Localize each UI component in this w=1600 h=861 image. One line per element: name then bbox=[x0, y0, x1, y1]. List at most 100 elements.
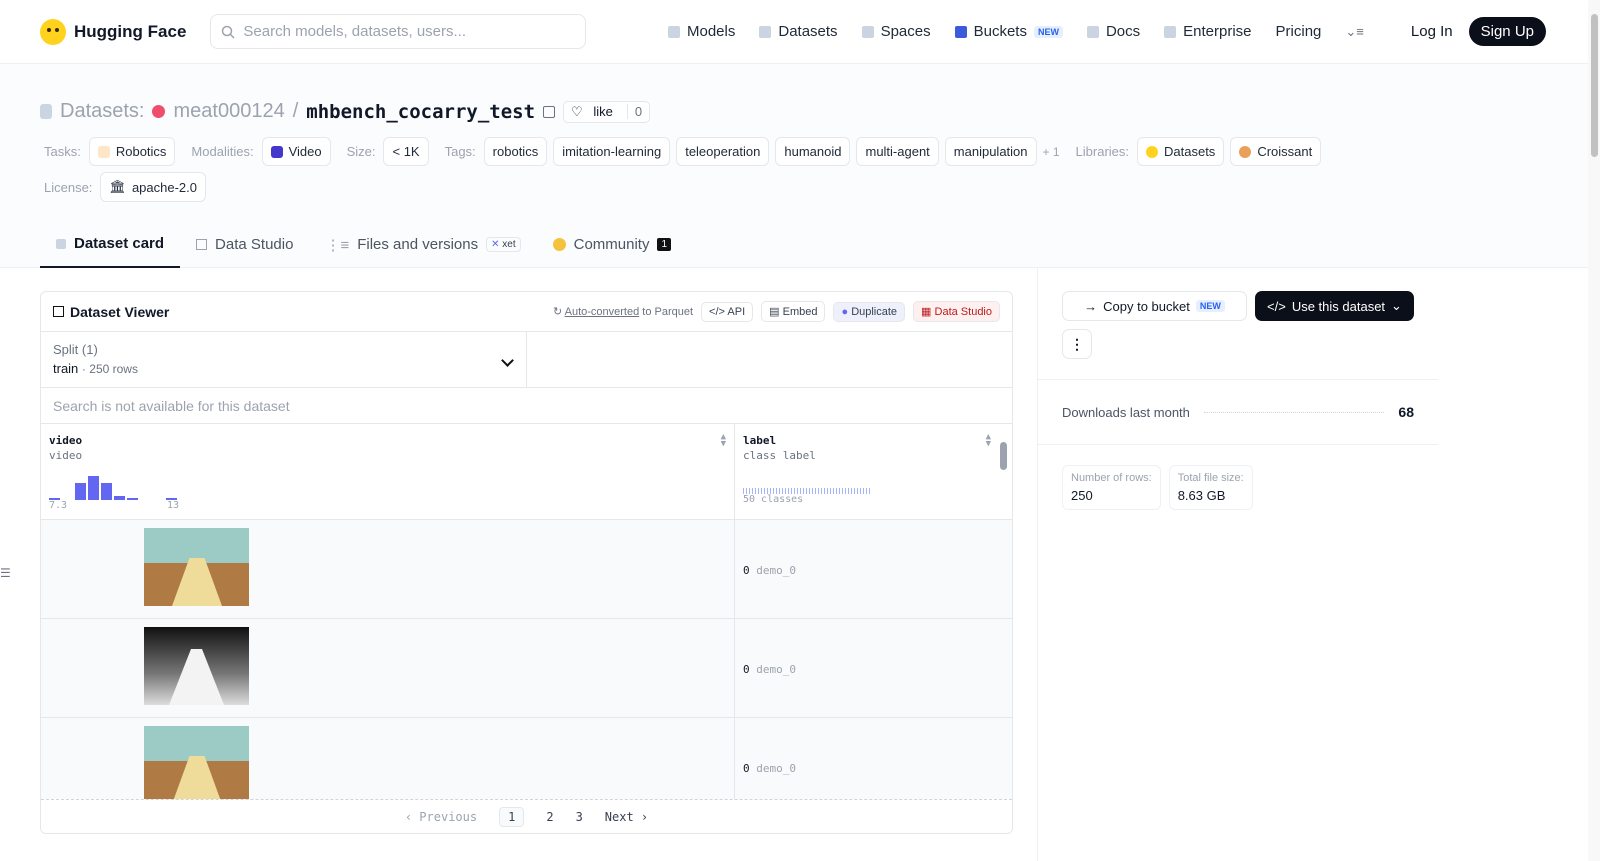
video-thumbnail[interactable] bbox=[144, 627, 249, 705]
sort-icon[interactable]: ▲ ▼ bbox=[986, 433, 991, 449]
nav-spaces[interactable]: Spaces bbox=[861, 23, 931, 40]
split-label: Split (1) bbox=[53, 342, 98, 357]
login-link[interactable]: Log In bbox=[1411, 23, 1453, 40]
code-icon: </> bbox=[709, 305, 725, 318]
xet-badge: ✕ xet bbox=[486, 237, 521, 252]
signup-button[interactable]: Sign Up bbox=[1468, 17, 1546, 46]
data-studio-label: Data Studio bbox=[934, 306, 992, 318]
nav-docs[interactable]: Docs bbox=[1086, 23, 1140, 40]
column-header-label[interactable]: label class label 50 classes ▲ ▼ bbox=[735, 424, 999, 519]
label-id: 0 bbox=[743, 564, 750, 577]
nav-pricing[interactable]: Pricing bbox=[1276, 23, 1322, 40]
tag-chip[interactable]: multi-agent bbox=[856, 137, 939, 166]
nav-enterprise[interactable]: Enterprise bbox=[1164, 23, 1252, 40]
croissant-icon bbox=[1239, 145, 1252, 158]
like-button[interactable]: ♡ like 0 bbox=[563, 100, 651, 123]
modality-chip[interactable]: Video bbox=[261, 137, 331, 166]
page-button-2[interactable]: 2 bbox=[546, 810, 553, 824]
briefcase-icon bbox=[1164, 25, 1177, 38]
embed-button[interactable]: ▤ Embed bbox=[761, 301, 826, 322]
label-cell: 0 demo_0 bbox=[735, 520, 999, 618]
nav-models[interactable]: Models bbox=[668, 23, 735, 40]
scrollbar-thumb[interactable] bbox=[1000, 442, 1007, 470]
viewer-title-text: Dataset Viewer bbox=[70, 303, 170, 320]
community-count: 1 bbox=[657, 238, 672, 251]
nav-buckets-label: Buckets bbox=[973, 23, 1027, 40]
book-icon bbox=[1086, 25, 1099, 38]
tab-data-studio[interactable]: Data Studio bbox=[180, 221, 309, 268]
viewer-header: Dataset Viewer ↻ Auto-converted to Parqu… bbox=[41, 292, 1012, 332]
auto-converted-link[interactable]: Auto-converted bbox=[565, 306, 640, 318]
owner-link[interactable]: meat000124 bbox=[173, 100, 284, 123]
tab-dataset-card[interactable]: Dataset card bbox=[40, 221, 181, 268]
video-cell bbox=[41, 520, 735, 618]
nav-spaces-label: Spaces bbox=[880, 23, 931, 40]
page-button-1[interactable]: 1 bbox=[499, 806, 525, 827]
tag-chip[interactable]: humanoid bbox=[775, 137, 851, 166]
data-studio-button[interactable]: ▦ Data Studio bbox=[913, 301, 1000, 322]
size-stat-label: Total file size: bbox=[1177, 472, 1244, 484]
like-label: like bbox=[593, 103, 613, 119]
table-header: video video 7.3 13 ▲ ▼ label class label 5… bbox=[41, 424, 1012, 520]
embed-icon: ▤ bbox=[769, 306, 780, 318]
license-chip[interactable]: 🏛 apache-2.0 bbox=[100, 172, 206, 202]
nav-buckets[interactable]: Buckets NEW bbox=[954, 23, 1063, 40]
tag-chip[interactable]: teleoperation bbox=[676, 137, 770, 166]
size-chip[interactable]: < 1K bbox=[383, 137, 429, 166]
table-row[interactable]: 0 demo_0 bbox=[41, 520, 1012, 619]
table-row[interactable]: 0 demo_0 bbox=[41, 619, 1012, 718]
owner-avatar bbox=[152, 105, 166, 118]
table-scrollbar[interactable] bbox=[1000, 432, 1008, 800]
tab-files[interactable]: ⋮≡ Files and versions ✕ xet bbox=[309, 221, 536, 268]
libraries-label: Libraries: bbox=[1075, 144, 1129, 159]
copy-icon[interactable] bbox=[543, 105, 556, 118]
more-options-button[interactable]: ⋮ bbox=[1062, 329, 1092, 359]
robot-icon bbox=[97, 145, 110, 158]
xet-label: xet bbox=[502, 239, 516, 250]
search-input[interactable]: Search models, datasets, users... bbox=[210, 14, 587, 49]
bank-icon: 🏛 bbox=[109, 179, 126, 194]
length-histogram bbox=[49, 470, 726, 500]
copy-to-bucket-button[interactable]: → Copy to bucket NEW bbox=[1062, 291, 1247, 321]
task-chip[interactable]: Robotics bbox=[88, 137, 176, 166]
main-content: ☰ Dataset Viewer ↻ Auto-converted to Par… bbox=[0, 268, 1600, 861]
video-cell bbox=[41, 619, 735, 717]
split-rows-wrap: · 250 rows bbox=[81, 362, 138, 376]
hugging-face-icon bbox=[1146, 145, 1158, 158]
brand-logo[interactable]: Hugging Face bbox=[40, 18, 186, 45]
library-label: Datasets bbox=[1164, 144, 1216, 159]
column-header-video[interactable]: video video 7.3 13 ▲ ▼ bbox=[41, 424, 735, 519]
class-count: 50 classes bbox=[743, 494, 804, 505]
downloads-label: Downloads last month bbox=[1062, 404, 1190, 420]
chevron-down-icon: ⌄ bbox=[1391, 298, 1402, 313]
sidebar-toggle-icon[interactable]: ☰ bbox=[0, 566, 11, 580]
library-chip-croissant[interactable]: Croissant bbox=[1230, 137, 1322, 166]
tag-chip[interactable]: robotics bbox=[483, 137, 548, 166]
video-thumbnail[interactable] bbox=[144, 726, 249, 804]
tab-label: Files and versions bbox=[357, 236, 479, 253]
duplicate-button[interactable]: ● Duplicate bbox=[833, 301, 906, 322]
repo-type-link[interactable]: Datasets: bbox=[60, 100, 144, 123]
more-menu-icon[interactable]: ⌄≡ bbox=[1345, 24, 1363, 40]
sort-icon[interactable]: ▲ ▼ bbox=[721, 433, 726, 449]
tag-chip[interactable]: imitation-learning bbox=[553, 137, 671, 166]
split-dropdown[interactable]: Split (1) train · 250 rows bbox=[41, 332, 527, 387]
page-scrollbar[interactable] bbox=[1588, 0, 1600, 861]
repo-name[interactable]: mhbench_cocarry_test bbox=[306, 101, 535, 123]
api-button[interactable]: </> API bbox=[701, 301, 754, 322]
next-page-button[interactable]: Next › bbox=[605, 810, 648, 824]
video-thumbnail[interactable] bbox=[144, 528, 249, 606]
tag-chip[interactable]: manipulation bbox=[944, 137, 1037, 166]
histogram-bar bbox=[127, 498, 138, 500]
auth-links: Log In Sign Up bbox=[1411, 17, 1546, 46]
library-chip-datasets[interactable]: Datasets bbox=[1137, 137, 1225, 166]
tab-community[interactable]: Community 1 bbox=[537, 221, 687, 268]
previous-page-button[interactable]: ‹ Previous bbox=[405, 810, 477, 824]
use-this-dataset-button[interactable]: </> Use this dataset ⌄ bbox=[1255, 291, 1414, 321]
size-label: Size: bbox=[346, 144, 376, 159]
page-button-3[interactable]: 3 bbox=[576, 810, 583, 824]
page-scrollbar-thumb[interactable] bbox=[1591, 14, 1598, 157]
database-icon bbox=[40, 104, 52, 119]
more-tags[interactable]: + 1 bbox=[1043, 145, 1060, 159]
nav-datasets[interactable]: Datasets bbox=[759, 23, 838, 40]
